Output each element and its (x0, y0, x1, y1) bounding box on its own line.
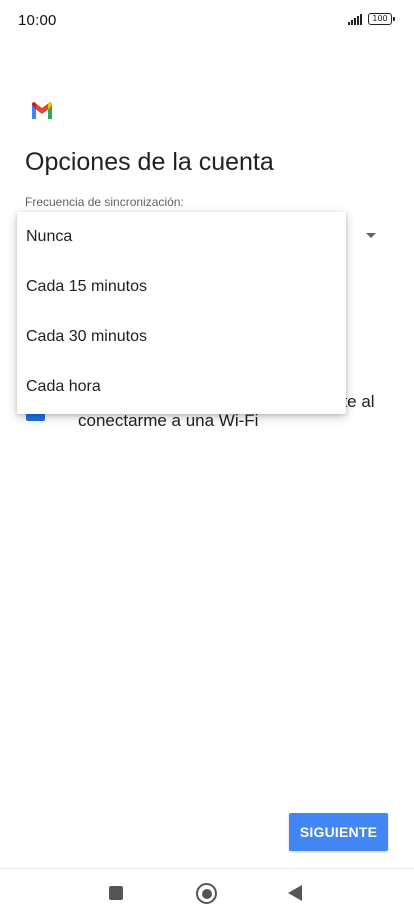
signal-icon (348, 13, 362, 25)
sync-frequency-label: Frecuencia de sincronización: (25, 195, 184, 209)
menu-item-never[interactable]: Nunca (17, 212, 346, 262)
gmail-logo (32, 101, 52, 119)
menu-item-15-minutes[interactable]: Cada 15 minutos (17, 262, 346, 312)
battery-level: 100 (372, 14, 388, 23)
page-title: Opciones de la cuenta (25, 148, 274, 176)
arrow-drop-down-icon[interactable] (366, 233, 376, 238)
status-time: 10:00 (18, 12, 57, 29)
circle-icon[interactable] (196, 883, 217, 904)
next-button[interactable]: SIGUIENTE (289, 813, 388, 851)
triangle-back-icon[interactable] (288, 885, 302, 901)
navigation-bar (0, 869, 414, 920)
menu-item-30-minutes[interactable]: Cada 30 minutos (17, 312, 346, 362)
battery-icon: 100 (368, 13, 395, 25)
sync-frequency-menu: Nunca Cada 15 minutos Cada 30 minutos Ca… (17, 212, 346, 414)
account-options-screen: 10:00 100 Opciones de la cuenta Frecuenc… (0, 0, 414, 920)
status-bar: 10:00 100 (0, 0, 414, 42)
menu-item-every-hour[interactable]: Cada hora (17, 362, 346, 412)
status-icons: 100 (348, 13, 395, 25)
square-icon[interactable] (109, 886, 123, 900)
wifi-option-label: conectarme a una Wi-Fi (78, 411, 259, 430)
